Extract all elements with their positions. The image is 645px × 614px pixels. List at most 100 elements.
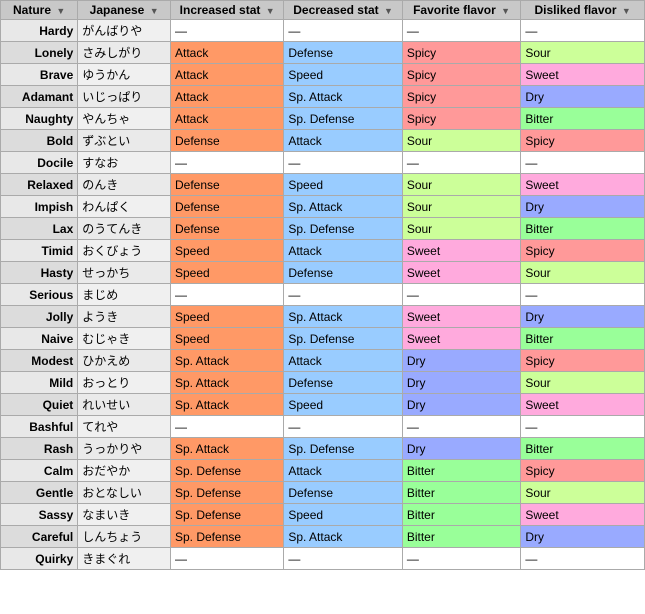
cell-17-1: れいせい xyxy=(78,394,171,416)
cell-21-0: Gentle xyxy=(1,482,78,504)
table-row: GentleおとなしいSp. DefenseDefenseBitterSour xyxy=(1,482,645,504)
cell-7-2: Defense xyxy=(171,174,284,196)
cell-14-3: Sp. Defense xyxy=(284,328,402,350)
table-row: Hardyがんばりや———— xyxy=(1,20,645,42)
cell-13-3: Sp. Attack xyxy=(284,306,402,328)
cell-0-4: — xyxy=(402,20,520,42)
sort-icon-disliked: ▼ xyxy=(622,6,631,16)
cell-11-5: Sour xyxy=(521,262,645,284)
table-row: HastyせっかちSpeedDefenseSweetSour xyxy=(1,262,645,284)
cell-23-4: Bitter xyxy=(402,526,520,548)
cell-0-0: Hardy xyxy=(1,20,78,42)
table-row: NaughtyやんちゃAttackSp. DefenseSpicyBitter xyxy=(1,108,645,130)
cell-21-3: Defense xyxy=(284,482,402,504)
header-favorite[interactable]: Favorite flavor ▼ xyxy=(402,1,520,20)
cell-17-2: Sp. Attack xyxy=(171,394,284,416)
cell-21-1: おとなしい xyxy=(78,482,171,504)
cell-3-3: Sp. Attack xyxy=(284,86,402,108)
cell-6-5: — xyxy=(521,152,645,174)
natures-table: Nature ▼ Japanese ▼ Increased stat ▼ Dec… xyxy=(0,0,645,570)
cell-3-5: Dry xyxy=(521,86,645,108)
cell-15-5: Spicy xyxy=(521,350,645,372)
cell-5-0: Bold xyxy=(1,130,78,152)
table-row: Bashfulてれや———— xyxy=(1,416,645,438)
cell-5-5: Spicy xyxy=(521,130,645,152)
cell-16-1: おっとり xyxy=(78,372,171,394)
cell-8-2: Defense xyxy=(171,196,284,218)
cell-23-0: Careful xyxy=(1,526,78,548)
cell-18-4: — xyxy=(402,416,520,438)
cell-12-4: — xyxy=(402,284,520,306)
cell-17-0: Quiet xyxy=(1,394,78,416)
cell-9-2: Defense xyxy=(171,218,284,240)
table-row: CalmおだやかSp. DefenseAttackBitterSpicy xyxy=(1,460,645,482)
cell-1-2: Attack xyxy=(171,42,284,64)
cell-4-0: Naughty xyxy=(1,108,78,130)
cell-15-2: Sp. Attack xyxy=(171,350,284,372)
cell-14-2: Speed xyxy=(171,328,284,350)
cell-1-1: さみしがり xyxy=(78,42,171,64)
table-row: BoldずぶといDefenseAttackSourSpicy xyxy=(1,130,645,152)
cell-22-2: Sp. Defense xyxy=(171,504,284,526)
cell-16-2: Sp. Attack xyxy=(171,372,284,394)
header-decreased[interactable]: Decreased stat ▼ xyxy=(284,1,402,20)
table-row: ImpishわんぱくDefenseSp. AttackSourDry xyxy=(1,196,645,218)
cell-12-3: — xyxy=(284,284,402,306)
cell-0-5: — xyxy=(521,20,645,42)
cell-17-4: Dry xyxy=(402,394,520,416)
cell-23-2: Sp. Defense xyxy=(171,526,284,548)
cell-13-0: Jolly xyxy=(1,306,78,328)
cell-1-0: Lonely xyxy=(1,42,78,64)
cell-11-4: Sweet xyxy=(402,262,520,284)
cell-16-4: Dry xyxy=(402,372,520,394)
cell-13-5: Dry xyxy=(521,306,645,328)
cell-14-5: Bitter xyxy=(521,328,645,350)
cell-21-5: Sour xyxy=(521,482,645,504)
cell-9-3: Sp. Defense xyxy=(284,218,402,240)
cell-2-0: Brave xyxy=(1,64,78,86)
cell-8-5: Dry xyxy=(521,196,645,218)
header-nature[interactable]: Nature ▼ xyxy=(1,1,78,20)
cell-24-3: — xyxy=(284,548,402,570)
cell-11-2: Speed xyxy=(171,262,284,284)
cell-19-5: Bitter xyxy=(521,438,645,460)
cell-8-0: Impish xyxy=(1,196,78,218)
cell-1-5: Sour xyxy=(521,42,645,64)
cell-20-4: Bitter xyxy=(402,460,520,482)
cell-10-2: Speed xyxy=(171,240,284,262)
cell-9-4: Sour xyxy=(402,218,520,240)
table-row: BraveゆうかんAttackSpeedSpicySweet xyxy=(1,64,645,86)
cell-22-4: Bitter xyxy=(402,504,520,526)
cell-14-0: Naive xyxy=(1,328,78,350)
header-disliked[interactable]: Disliked flavor ▼ xyxy=(521,1,645,20)
cell-9-0: Lax xyxy=(1,218,78,240)
cell-4-3: Sp. Defense xyxy=(284,108,402,130)
cell-19-3: Sp. Defense xyxy=(284,438,402,460)
cell-18-1: てれや xyxy=(78,416,171,438)
cell-6-3: — xyxy=(284,152,402,174)
cell-4-4: Spicy xyxy=(402,108,520,130)
cell-4-5: Bitter xyxy=(521,108,645,130)
sort-icon-japanese: ▼ xyxy=(150,6,159,16)
cell-3-2: Attack xyxy=(171,86,284,108)
cell-9-1: のうてんき xyxy=(78,218,171,240)
cell-8-4: Sour xyxy=(402,196,520,218)
cell-24-5: — xyxy=(521,548,645,570)
cell-12-1: まじめ xyxy=(78,284,171,306)
cell-2-2: Attack xyxy=(171,64,284,86)
table-row: QuietれいせいSp. AttackSpeedDrySweet xyxy=(1,394,645,416)
table-row: CarefulしんちょうSp. DefenseSp. AttackBitterD… xyxy=(1,526,645,548)
sort-icon-nature: ▼ xyxy=(56,6,65,16)
header-japanese[interactable]: Japanese ▼ xyxy=(78,1,171,20)
header-increased[interactable]: Increased stat ▼ xyxy=(171,1,284,20)
cell-17-3: Speed xyxy=(284,394,402,416)
table-row: Quirkyきまぐれ———— xyxy=(1,548,645,570)
sort-icon-decreased: ▼ xyxy=(384,6,393,16)
cell-24-1: きまぐれ xyxy=(78,548,171,570)
cell-0-2: — xyxy=(171,20,284,42)
cell-19-1: うっかりや xyxy=(78,438,171,460)
cell-5-3: Attack xyxy=(284,130,402,152)
table-row: JollyようきSpeedSp. AttackSweetDry xyxy=(1,306,645,328)
cell-20-3: Attack xyxy=(284,460,402,482)
cell-7-3: Speed xyxy=(284,174,402,196)
